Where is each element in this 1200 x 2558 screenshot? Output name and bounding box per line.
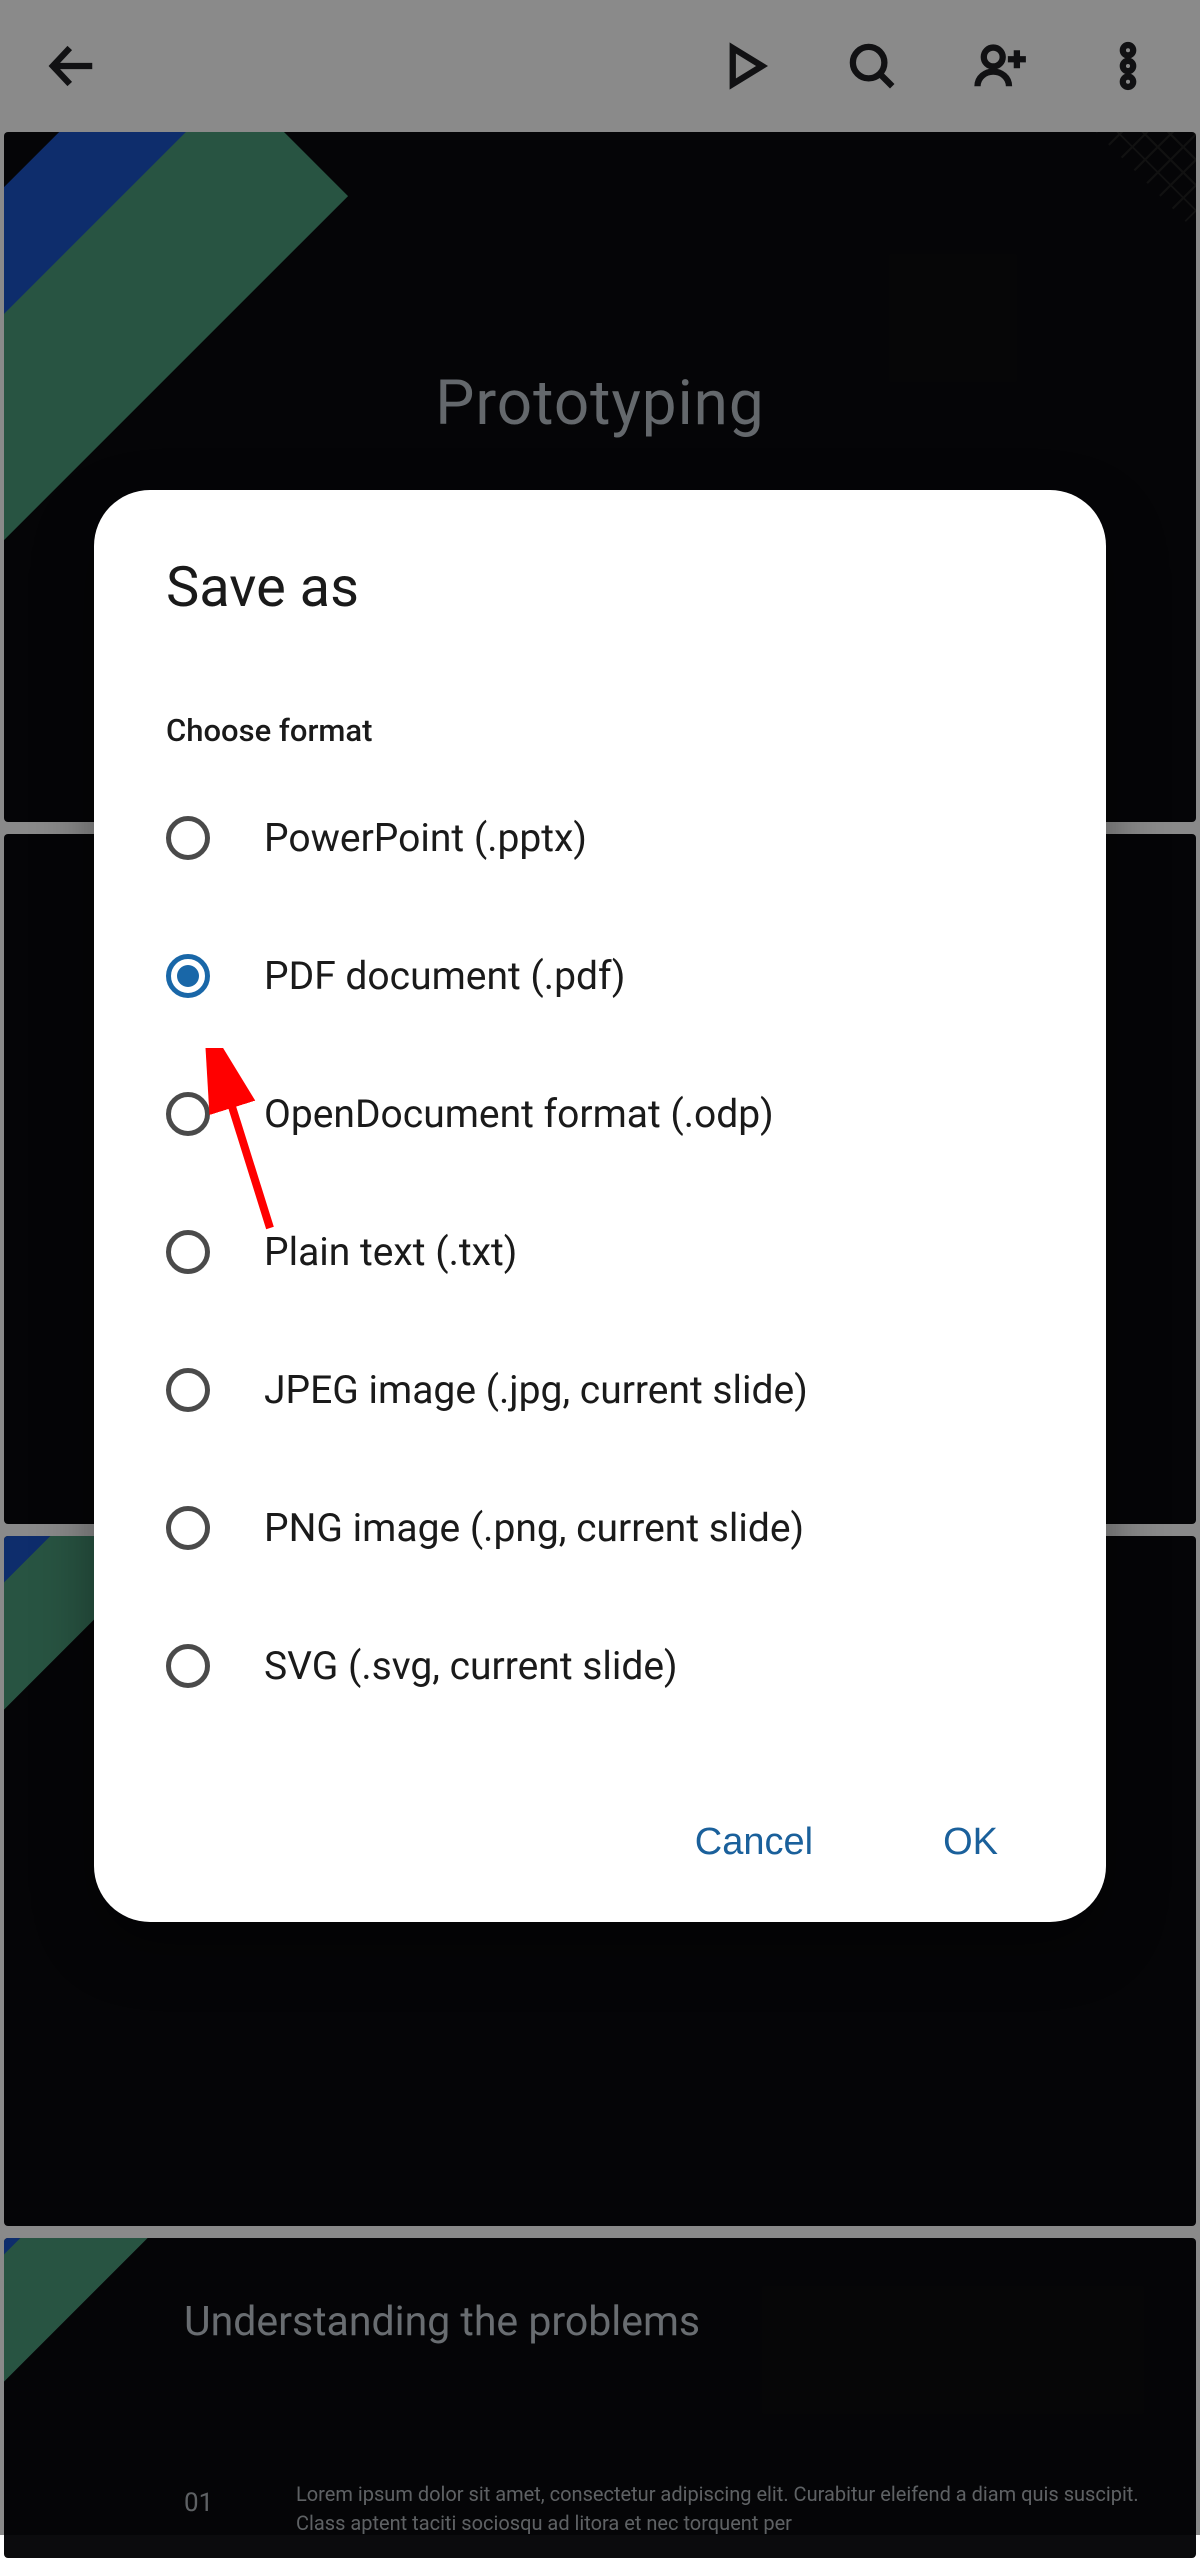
format-option-pdf[interactable]: PDF document (.pdf) — [166, 939, 1034, 1013]
format-option-svg[interactable]: SVG (.svg, current slide) — [166, 1629, 1034, 1703]
radio-unchecked-icon — [166, 1092, 210, 1136]
format-label: SVG (.svg, current slide) — [264, 1643, 678, 1689]
format-option-pptx[interactable]: PowerPoint (.pptx) — [166, 801, 1034, 875]
format-label: Plain text (.txt) — [264, 1229, 517, 1275]
format-label: PDF document (.pdf) — [264, 953, 625, 999]
cancel-button[interactable]: Cancel — [685, 1813, 823, 1872]
radio-unchecked-icon — [166, 1368, 210, 1412]
radio-unchecked-icon — [166, 1644, 210, 1688]
format-label: PowerPoint (.pptx) — [264, 815, 587, 861]
radio-unchecked-icon — [166, 1230, 210, 1274]
radio-unchecked-icon — [166, 1506, 210, 1550]
dialog-title: Save as — [166, 554, 1034, 620]
format-option-txt[interactable]: Plain text (.txt) — [166, 1215, 1034, 1289]
dialog-actions: Cancel OK — [166, 1813, 1034, 1872]
ok-button[interactable]: OK — [933, 1813, 1008, 1872]
save-as-dialog: Save as Choose format PowerPoint (.pptx)… — [94, 490, 1106, 1922]
dialog-subtitle: Choose format — [166, 712, 1034, 749]
format-option-png[interactable]: PNG image (.png, current slide) — [166, 1491, 1034, 1565]
format-label: JPEG image (.jpg, current slide) — [264, 1367, 808, 1413]
radio-checked-icon — [166, 954, 210, 998]
format-label: OpenDocument format (.odp) — [264, 1091, 774, 1137]
radio-unchecked-icon — [166, 816, 210, 860]
format-option-jpeg[interactable]: JPEG image (.jpg, current slide) — [166, 1353, 1034, 1427]
format-option-odp[interactable]: OpenDocument format (.odp) — [166, 1077, 1034, 1151]
format-label: PNG image (.png, current slide) — [264, 1505, 804, 1551]
